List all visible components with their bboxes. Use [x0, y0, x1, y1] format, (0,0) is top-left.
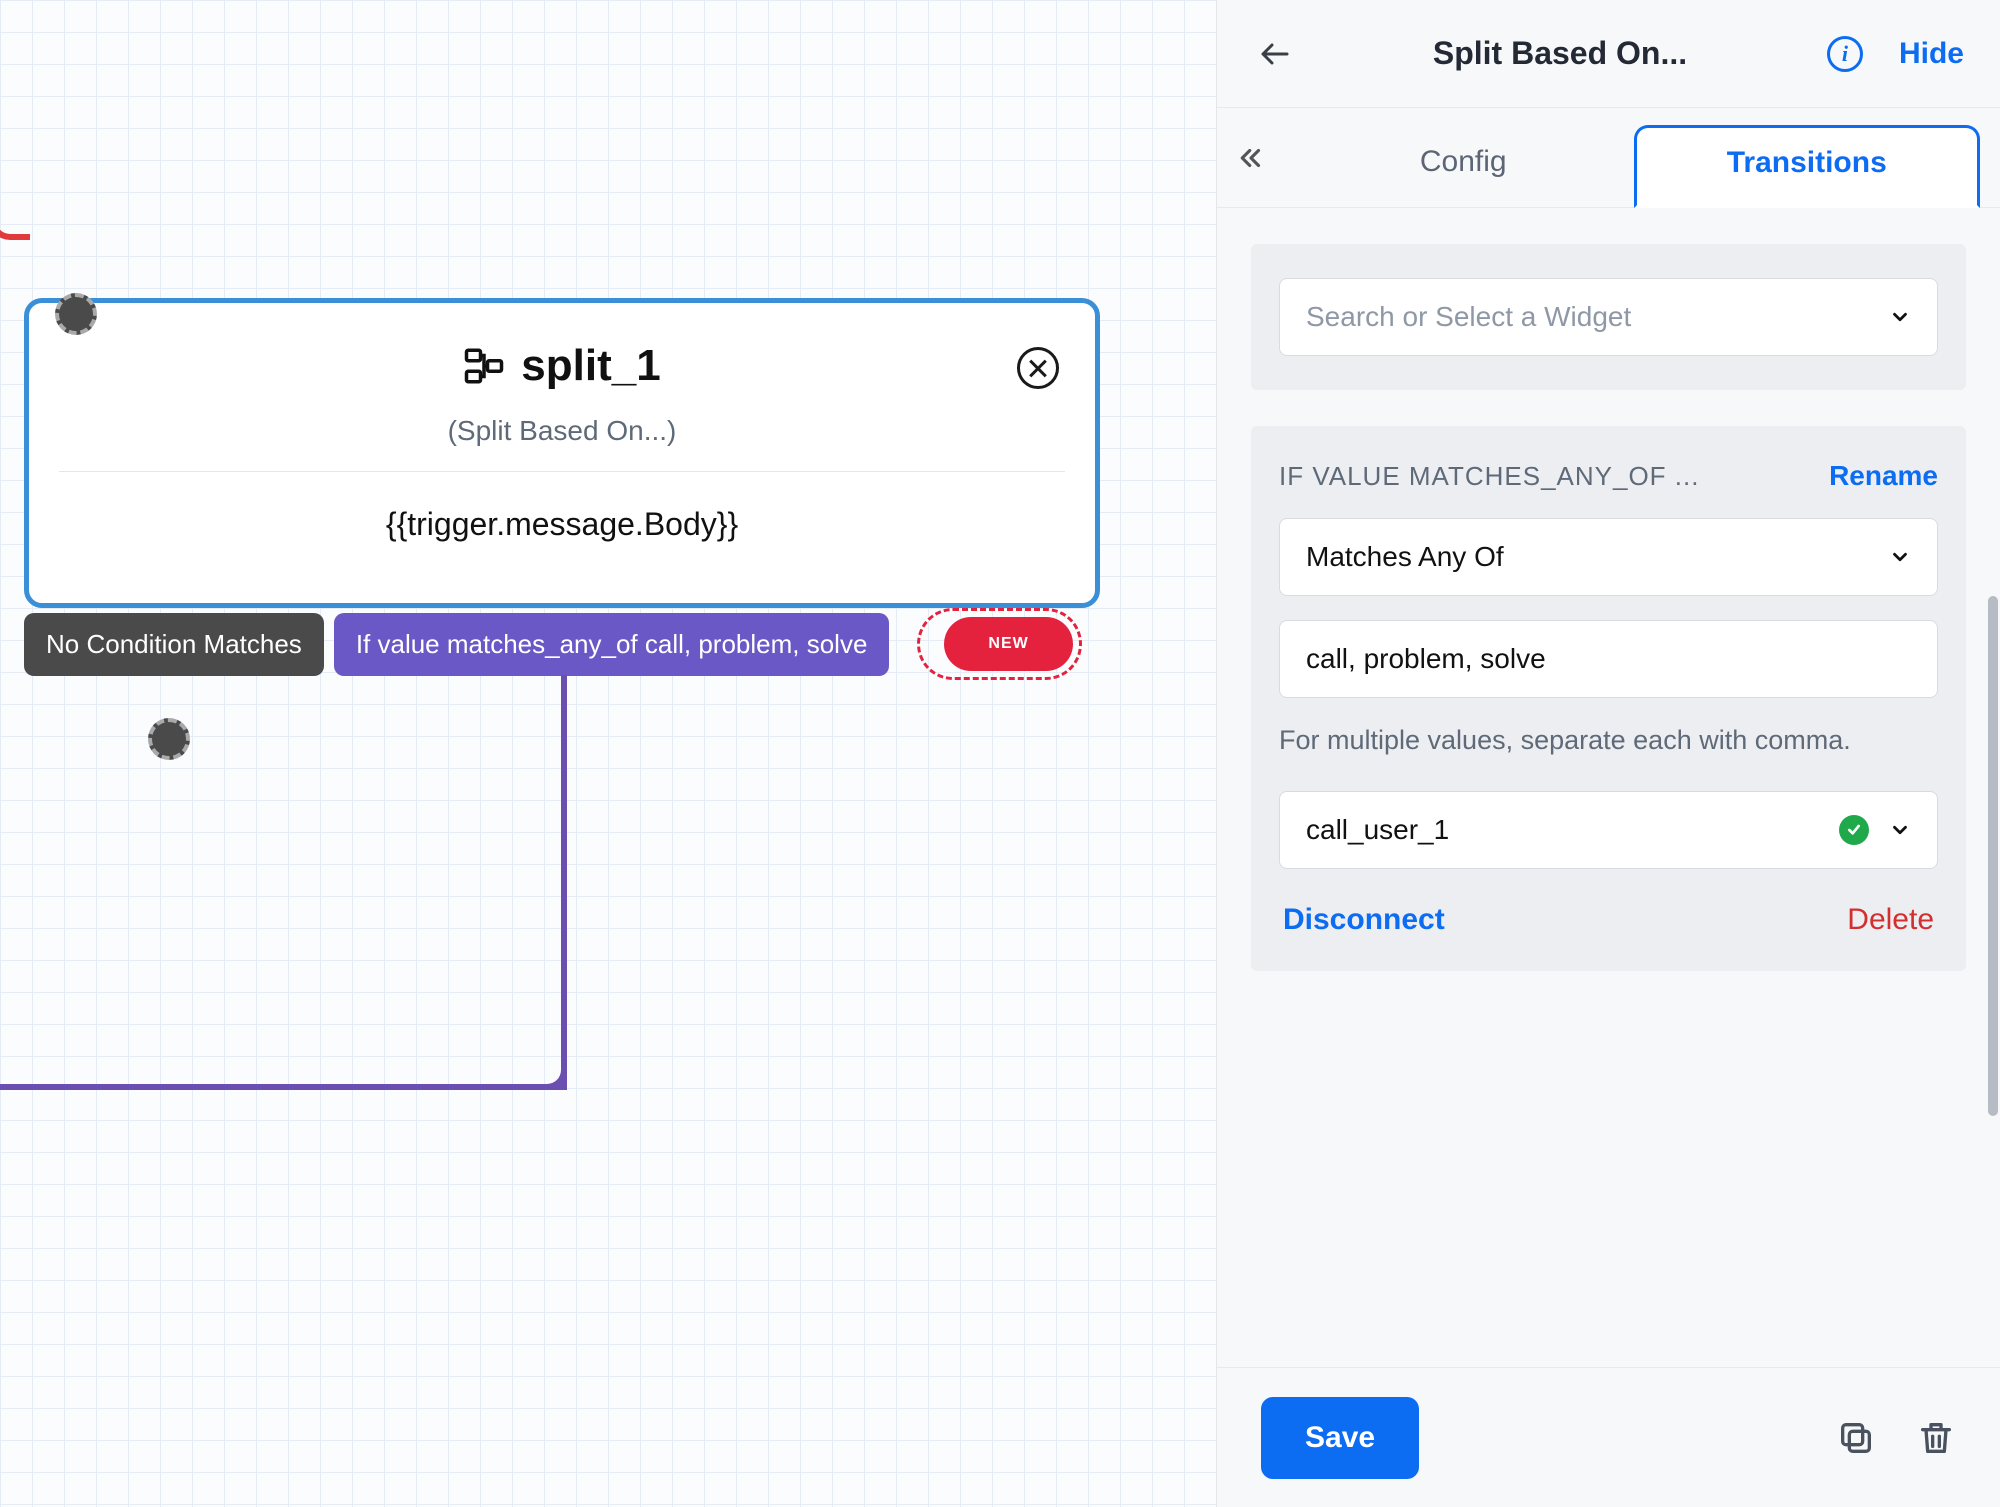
chevron-down-icon: [1889, 306, 1911, 328]
operator-value: Matches Any Of: [1306, 541, 1504, 573]
connected-widget-select[interactable]: call_user_1: [1279, 791, 1938, 869]
info-icon[interactable]: i: [1827, 36, 1863, 72]
widget-search-block: Search or Select a Widget: [1251, 244, 1966, 390]
delete-button[interactable]: Delete: [1847, 903, 1934, 937]
connector-condition-vertical: [561, 675, 567, 1090]
chevron-down-icon: [1889, 546, 1911, 568]
pill-new[interactable]: NEW: [944, 617, 1072, 671]
condition-block: IF VALUE MATCHES_ANY_OF ... Rename Match…: [1251, 426, 1966, 971]
node-subtitle: (Split Based On...): [29, 401, 1095, 471]
split-icon: [463, 345, 505, 387]
transition-pills: No Condition Matches If value matches_an…: [24, 608, 1082, 680]
config-panel: Split Based On... i Hide Config Transiti…: [1216, 0, 2000, 1507]
pill-condition[interactable]: If value matches_any_of call, problem, s…: [334, 613, 890, 676]
panel-title: Split Based On...: [1293, 35, 1827, 72]
tab-transitions[interactable]: Transitions: [1634, 125, 1981, 208]
save-button[interactable]: Save: [1261, 1397, 1419, 1479]
check-circle-icon: [1839, 815, 1869, 845]
split-node[interactable]: split_1 (Split Based On...) {{trigger.me…: [24, 298, 1100, 608]
back-arrow-icon[interactable]: [1257, 36, 1293, 72]
chevron-down-icon: [1889, 819, 1911, 841]
widget-search-placeholder: Search or Select a Widget: [1306, 301, 1631, 333]
connected-widget-name: call_user_1: [1306, 814, 1839, 846]
disconnect-button[interactable]: Disconnect: [1283, 903, 1445, 937]
operator-select[interactable]: Matches Any Of: [1279, 518, 1938, 596]
panel-header: Split Based On... i Hide: [1217, 0, 2000, 108]
connector-condition-horizontal: [0, 1084, 567, 1090]
panel-body[interactable]: Search or Select a Widget IF VALUE MATCH…: [1217, 208, 2000, 1367]
node-expression: {{trigger.message.Body}}: [29, 472, 1095, 603]
hide-button[interactable]: Hide: [1899, 37, 1964, 71]
collapse-chevron-icon[interactable]: [1217, 108, 1285, 207]
pill-no-match[interactable]: No Condition Matches: [24, 613, 324, 676]
close-icon[interactable]: [1017, 347, 1059, 389]
scrollbar-thumb[interactable]: [1988, 596, 1998, 1116]
tabs-row: Config Transitions: [1217, 108, 2000, 208]
condition-value-input[interactable]: call, problem, solve: [1279, 620, 1938, 698]
trash-icon[interactable]: [1916, 1418, 1956, 1458]
widget-search-select[interactable]: Search or Select a Widget: [1279, 278, 1938, 356]
panel-footer: Save: [1217, 1367, 2000, 1507]
pill-new-wrap[interactable]: NEW: [917, 608, 1081, 680]
helper-text: For multiple values, separate each with …: [1279, 720, 1938, 761]
copy-icon[interactable]: [1836, 1418, 1876, 1458]
rename-button[interactable]: Rename: [1829, 460, 1938, 492]
tab-config[interactable]: Config: [1293, 124, 1634, 207]
node-title: split_1: [521, 341, 660, 391]
no-match-output-port[interactable]: [148, 718, 190, 760]
condition-header-label: IF VALUE MATCHES_ANY_OF ...: [1279, 461, 1699, 492]
flow-canvas[interactable]: split_1 (Split Based On...) {{trigger.me…: [0, 0, 1216, 1507]
connector-incoming: [0, 0, 30, 240]
